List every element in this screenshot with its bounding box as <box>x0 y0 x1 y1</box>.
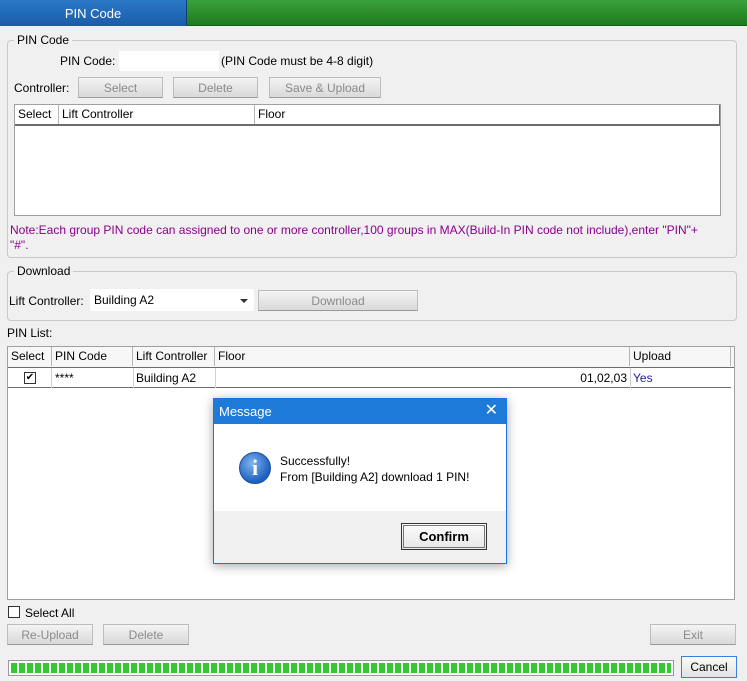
pin-list-header: Select PIN Code Lift Controller Floor Up… <box>8 347 734 368</box>
col-lift-controller[interactable]: Lift Controller <box>133 347 215 366</box>
row-lift-controller: Building A2 <box>136 371 197 385</box>
save-upload-button[interactable]: Save & Upload <box>269 77 381 98</box>
title-bar: PIN Code <box>0 0 747 26</box>
col-select[interactable]: Select <box>8 347 52 366</box>
controller-table-header: Select Lift Controller Floor <box>15 105 720 126</box>
close-icon[interactable]: ✕ <box>485 402 498 420</box>
delete-button[interactable]: Delete <box>173 77 258 98</box>
note-text: Note:Each group PIN code can assigned to… <box>10 223 735 253</box>
reupload-button[interactable]: Re-Upload <box>7 624 93 645</box>
note-line-2: "#". <box>10 238 29 252</box>
pin-code-hint: (PIN Code must be 4-8 digit) <box>221 54 374 68</box>
exit-button[interactable]: Exit <box>650 624 736 645</box>
download-legend: Download <box>14 264 74 278</box>
dialog-title: Message <box>219 404 272 419</box>
col-upload[interactable]: Upload <box>630 347 731 366</box>
col-lift-controller[interactable]: Lift Controller <box>59 105 255 124</box>
row-upload: Yes <box>633 371 653 385</box>
controller-table[interactable]: Select Lift Controller Floor <box>14 104 721 216</box>
row-pin-code: **** <box>55 371 74 385</box>
table-row[interactable]: ✔ **** Building A2 01,02,03 Yes <box>8 368 731 388</box>
progress-fill <box>11 663 671 673</box>
download-button[interactable]: Download <box>258 290 418 311</box>
row-select-cell: ✔ <box>8 368 52 388</box>
pin-code-label: PIN Code: <box>60 54 116 68</box>
dialog-message-line-1: Successfully! <box>280 454 351 468</box>
pin-list-label: PIN List: <box>7 326 53 340</box>
col-pin-code[interactable]: PIN Code <box>52 347 133 366</box>
dialog-title-bar: Message ✕ <box>214 399 506 424</box>
row-floor: 01,02,03 <box>580 371 627 385</box>
select-all-label: Select All <box>25 606 75 620</box>
progress-bar <box>8 660 674 676</box>
message-dialog: Message ✕ i Successfully! From [Building… <box>213 398 507 564</box>
delete-list-button[interactable]: Delete <box>103 624 189 645</box>
info-icon: i <box>239 452 271 484</box>
chevron-down-icon <box>240 299 248 303</box>
lift-controller-label: Lift Controller: <box>9 294 84 308</box>
col-floor[interactable]: Floor <box>215 347 630 366</box>
pin-code-input[interactable] <box>119 51 219 71</box>
select-all-checkbox[interactable] <box>8 606 20 618</box>
row-divider <box>630 368 631 388</box>
cancel-button[interactable]: Cancel <box>681 656 737 678</box>
row-checkbox[interactable]: ✔ <box>24 372 36 384</box>
note-line-1: Note:Each group PIN code can assigned to… <box>10 223 698 237</box>
pin-code-legend: PIN Code <box>14 33 73 47</box>
col-floor[interactable]: Floor <box>255 105 720 124</box>
dialog-footer: Confirm <box>214 511 506 563</box>
select-button[interactable]: Select <box>78 77 163 98</box>
lift-controller-selected: Building A2 <box>94 293 155 307</box>
lift-controller-select[interactable]: Building A2 <box>90 289 254 311</box>
confirm-button[interactable]: Confirm <box>401 523 487 550</box>
row-divider <box>133 368 134 388</box>
dialog-message-line-2: From [Building A2] download 1 PIN! <box>280 470 470 484</box>
controller-label: Controller: <box>14 81 70 95</box>
col-select[interactable]: Select <box>15 105 59 124</box>
tab-pin-code[interactable]: PIN Code <box>0 0 187 26</box>
